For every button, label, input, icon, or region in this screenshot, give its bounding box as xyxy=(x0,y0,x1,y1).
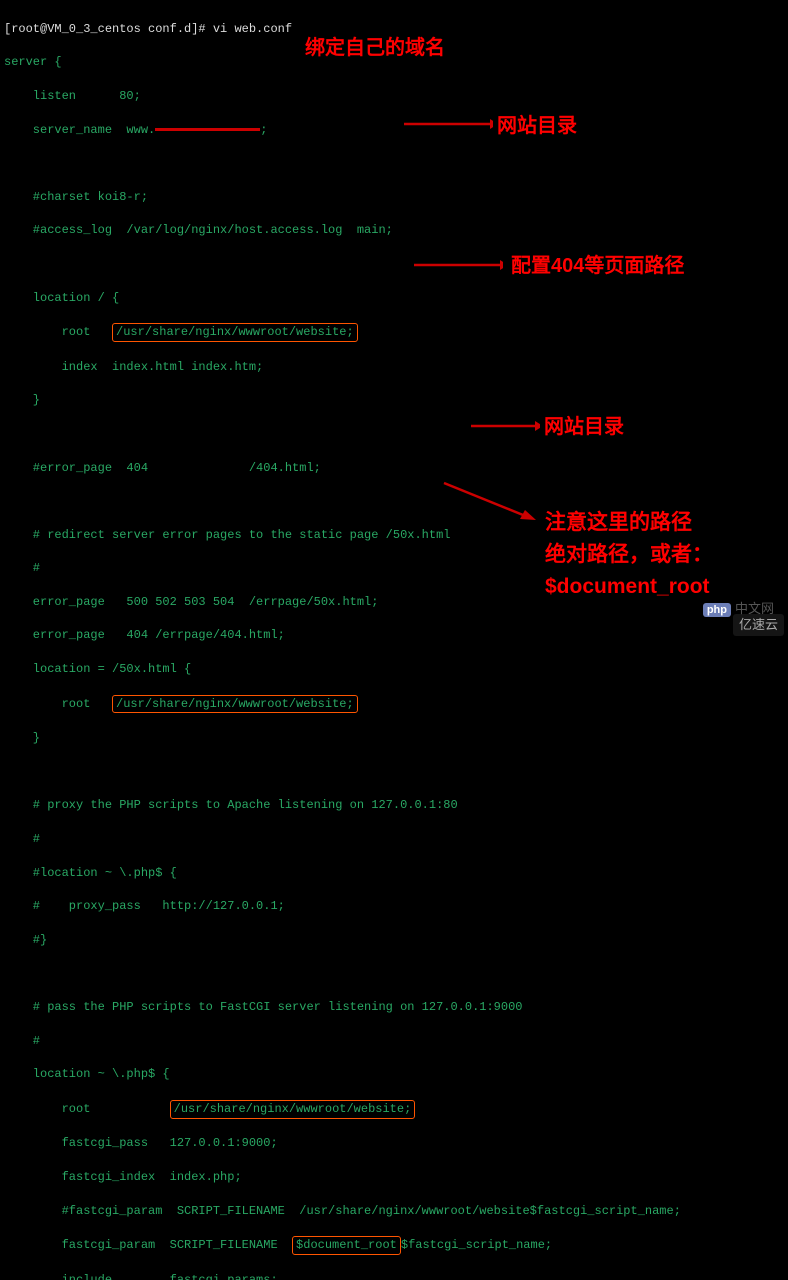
cfg-locphp-cmt: #location ~ \.php$ { xyxy=(4,865,784,882)
highlight-box-root3: /usr/share/nginx/wwwroot/website; xyxy=(170,1100,416,1119)
cfg-hash3: # xyxy=(4,1033,784,1050)
cfg-accesslog: #access_log /var/log/nginx/host.access.l… xyxy=(4,222,784,239)
cfg-index: index index.html index.htm; xyxy=(4,359,784,376)
cfg-locphp: location ~ \.php$ { xyxy=(4,1066,784,1083)
highlight-box-root1: /usr/share/nginx/wwwroot/website; xyxy=(112,323,358,342)
cfg-charset: #charset koi8-r; xyxy=(4,189,784,206)
anno-path2: 绝对路径，或者： xyxy=(545,540,713,569)
anno-site-dir-1: 网站目录 xyxy=(497,112,577,140)
cfg-proxy-cmt: # proxy the PHP scripts to Apache listen… xyxy=(4,797,784,814)
cfg-loc-root-open: location / { xyxy=(4,290,784,307)
anno-config-404: 配置404等页面路径 xyxy=(511,252,684,280)
cfg-loc50x: location = /50x.html { xyxy=(4,661,784,678)
cfg-closecmt1: #} xyxy=(4,932,784,949)
arrow-pathnote xyxy=(438,477,538,527)
php-badge: php xyxy=(703,603,731,617)
command: vi web.conf xyxy=(213,22,292,36)
arrow-sitedir-1 xyxy=(398,117,493,131)
cfg-fcgipass: fastcgi_pass 127.0.0.1:9000; xyxy=(4,1135,784,1152)
highlight-box-docroot: $document_root xyxy=(292,1236,401,1255)
cfg-root3-pre: root xyxy=(4,1102,170,1116)
cfg-fcgiindex: fastcgi_index index.php; xyxy=(4,1169,784,1186)
cfg-close2: } xyxy=(4,730,784,747)
cfg-root1-pre: root xyxy=(4,325,112,339)
watermark-yiyun: 亿速云 xyxy=(733,614,784,636)
cfg-fcgiparam-pre: fastcgi_param SCRIPT_FILENAME xyxy=(4,1238,292,1252)
cfg-err404: error_page 404 /errpage/404.html; xyxy=(4,627,784,644)
cfg-fcgiparam-post: $fastcgi_script_name; xyxy=(401,1238,552,1252)
anno-bind-domain: 绑定自己的域名 xyxy=(305,34,445,62)
cfg-fcgiparam-cmt: #fastcgi_param SCRIPT_FILENAME /usr/shar… xyxy=(4,1203,784,1220)
cfg-fastcgi-cmt: # pass the PHP scripts to FastCGI server… xyxy=(4,999,784,1016)
shell-prompt: [root@VM_0_3_centos conf.d]# xyxy=(4,22,213,36)
terminal-output: [root@VM_0_3_centos conf.d]# vi web.conf… xyxy=(4,4,784,1280)
anno-path1: 注意这里的路径 xyxy=(545,508,692,537)
cfg-servername-post: ; xyxy=(260,123,267,137)
cfg-servername-pre: server_name www. xyxy=(4,123,155,137)
cfg-listen: listen 80; xyxy=(4,88,784,105)
cfg-include: include fastcgi_params; xyxy=(4,1272,784,1280)
redacted-domain xyxy=(155,128,260,131)
highlight-box-root2: /usr/share/nginx/wwwroot/website; xyxy=(112,695,358,714)
cfg-hash2: # xyxy=(4,831,784,848)
cfg-close1: } xyxy=(4,392,784,409)
cfg-errorpage-cmt: #error_page 404 /404.html; xyxy=(4,460,784,477)
arrow-404 xyxy=(408,258,503,272)
arrow-sitedir-2 xyxy=(465,419,540,433)
cfg-proxypass-cmt: # proxy_pass http://127.0.0.1; xyxy=(4,898,784,915)
anno-path3: $document_root xyxy=(545,572,710,601)
cfg-root2-pre: root xyxy=(4,697,112,711)
anno-site-dir-2: 网站目录 xyxy=(544,413,624,441)
